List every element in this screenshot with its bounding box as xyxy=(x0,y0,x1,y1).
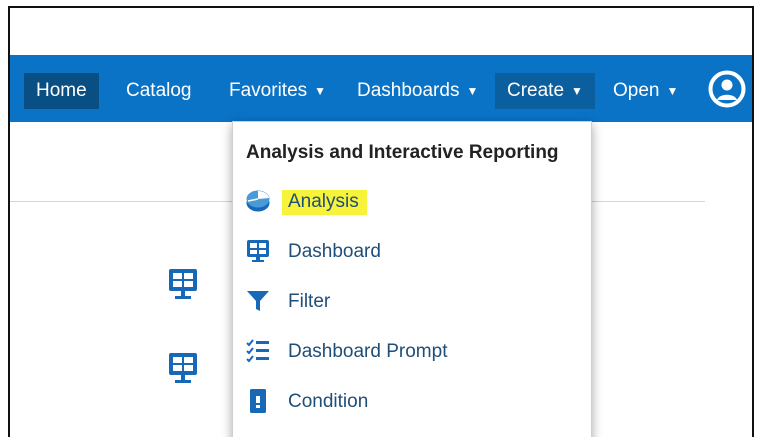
nav-open-label: Open xyxy=(613,80,660,102)
condition-icon xyxy=(250,389,266,413)
chevron-down-icon: ▼ xyxy=(466,84,479,98)
menu-section-heading: Analysis and Interactive Reporting xyxy=(246,142,559,163)
nav-favorites[interactable]: Favorites ▼ xyxy=(217,73,338,109)
dashboard-prompt-icon xyxy=(246,339,269,363)
filter-icon xyxy=(247,291,269,311)
nav-home-label: Home xyxy=(36,80,87,101)
nav-create[interactable]: Create ▼ xyxy=(495,73,595,109)
menu-item-dashboard[interactable]: Dashboard xyxy=(243,233,573,271)
analysis-icon xyxy=(246,190,270,212)
user-circle-icon[interactable] xyxy=(708,70,746,108)
menu-item-condition[interactable]: Condition xyxy=(243,383,573,421)
menu-item-label: Analysis xyxy=(282,190,367,215)
nav-dashboards-label: Dashboards xyxy=(357,80,460,102)
chevron-down-icon: ▼ xyxy=(314,84,327,98)
nav-create-label: Create xyxy=(507,80,565,102)
menu-item-label: Dashboard xyxy=(288,241,381,262)
dashboard-icon xyxy=(247,240,269,262)
nav-favorites-label: Favorites xyxy=(229,80,308,102)
top-navbar: Home Catalog Favorites ▼ Dashboards ▼ Crea… xyxy=(10,55,752,122)
menu-item-analysis[interactable]: Analysis xyxy=(243,183,573,221)
create-dropdown-menu: Analysis and Interactive Reporting Analy… xyxy=(232,121,592,437)
dashboard-icon[interactable] xyxy=(168,268,198,302)
nav-dashboards[interactable]: Dashboards ▼ xyxy=(345,73,490,109)
nav-catalog-label: Catalog xyxy=(126,80,192,101)
highlight-marker: Analysis xyxy=(282,190,367,215)
menu-item-label: Dashboard Prompt xyxy=(288,341,448,362)
nav-catalog[interactable]: Catalog xyxy=(114,73,204,109)
menu-item-label: Filter xyxy=(288,291,331,312)
app-window: Home Catalog Favorites ▼ Dashboards ▼ Crea… xyxy=(8,6,754,437)
chevron-down-icon: ▼ xyxy=(666,84,679,98)
nav-home[interactable]: Home xyxy=(24,73,99,109)
menu-item-dashboard-prompt[interactable]: Dashboard Prompt xyxy=(243,333,573,371)
menu-item-label: Condition xyxy=(288,391,369,412)
menu-item-filter[interactable]: Filter xyxy=(243,283,573,321)
dashboard-icon[interactable] xyxy=(168,352,198,386)
chevron-down-icon: ▼ xyxy=(571,84,583,98)
nav-open[interactable]: Open ▼ xyxy=(601,73,690,109)
